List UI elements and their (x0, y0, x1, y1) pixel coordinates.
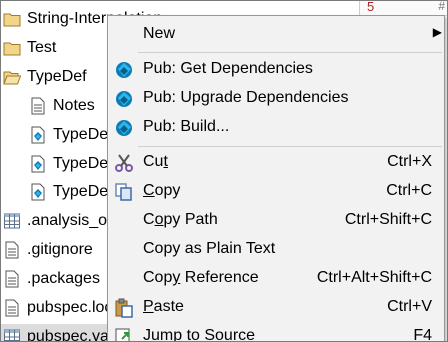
menu-separator (138, 52, 442, 53)
project-tree: String-Interpolation Test TypeDef Notes Type… (1, 1, 162, 341)
tree-item-label: TypeDef (53, 183, 113, 201)
tree-item-label: TypeDef (53, 154, 113, 172)
tree-item-label: Test (27, 38, 57, 56)
gutter-marker: # (438, 0, 445, 13)
text-file-icon (29, 97, 47, 115)
menu-item-label: Paste (143, 298, 184, 316)
menu-item-copy[interactable]: Copy Ctrl+C (108, 177, 444, 205)
menu-shortcut: Ctrl+Alt+Shift+C (316, 269, 432, 286)
mnemonic-letter: P (143, 298, 154, 315)
text-file-icon (3, 241, 21, 259)
menu-item-label: Cut (143, 153, 168, 171)
dart-file-icon (29, 126, 47, 144)
text-file-icon (3, 299, 21, 317)
menu-item-label: Jump to Source (143, 327, 256, 342)
table-file-icon (3, 328, 21, 341)
table-file-icon (3, 212, 21, 230)
copy-icon (115, 183, 132, 201)
folder-icon (3, 10, 21, 28)
tree-item[interactable]: .packages (3, 266, 100, 292)
context-menu: New ▶ Pub: Get Dependencies Pub: Upgrade… (107, 15, 445, 342)
editor-gutter-strip: 5 # (359, 0, 447, 16)
tree-item[interactable]: TypeDef (29, 179, 113, 205)
tree-item[interactable]: TypeDef (29, 151, 113, 177)
dart-logo-icon (116, 91, 132, 107)
dart-logo-icon (116, 120, 132, 136)
jump-source-icon (115, 328, 130, 341)
submenu-arrow-icon: ▶ (432, 25, 442, 39)
menu-item-new[interactable]: New ▶ (108, 20, 444, 48)
menu-item-label: Pub: Get Dependencies (143, 60, 313, 77)
tree-item[interactable]: pubspec.lock (3, 295, 120, 321)
label-text: aste (153, 298, 184, 315)
label-text: Cu (143, 153, 164, 170)
tree-item[interactable]: pubspec.yaml (1, 323, 126, 341)
tree-item[interactable]: TypeDef (29, 122, 113, 148)
menu-item-cut[interactable]: Cut Ctrl+X (108, 148, 444, 176)
menu-item-copy-plain-text[interactable]: Copy as Plain Text (108, 235, 444, 263)
gutter-divider (359, 1, 360, 15)
dart-file-icon (29, 183, 47, 201)
mnemonic-letter: t (163, 153, 168, 170)
menu-shortcut: Ctrl+V (387, 298, 432, 315)
menu-item-copy-reference[interactable]: Copy Reference Ctrl+Alt+Shift+C (108, 264, 444, 292)
text-file-icon (3, 270, 21, 288)
menu-item-pub-get[interactable]: Pub: Get Dependencies (108, 55, 444, 83)
menu-item-copy-path[interactable]: Copy Path Ctrl+Shift+C (108, 206, 444, 234)
menu-item-paste[interactable]: Paste Ctrl+V (108, 293, 444, 321)
dart-logo-icon (116, 62, 132, 78)
label-text: Reference (180, 269, 259, 286)
tree-item-label: .gitignore (27, 241, 93, 259)
menu-shortcut: Ctrl+C (386, 182, 432, 199)
menu-item-pub-build[interactable]: Pub: Build... (108, 113, 444, 141)
window: String-Interpolation Test TypeDef Notes Type… (0, 0, 448, 342)
paste-icon (115, 298, 133, 318)
menu-item-label: Pub: Build... (143, 118, 230, 135)
menu-item-jump-to-source[interactable]: Jump to Source F4 (108, 322, 444, 342)
menu-shortcut: Ctrl+X (387, 153, 432, 170)
label-text: py Path (163, 211, 218, 228)
menu-item-pub-upgrade[interactable]: Pub: Upgrade Dependencies (108, 84, 444, 112)
label-text: Cop (143, 269, 173, 286)
menu-item-label: Copy (143, 182, 180, 200)
tree-item[interactable]: Test (3, 35, 56, 61)
menu-shortcut: Ctrl+Shift+C (344, 211, 432, 228)
line-number: 5 (367, 0, 375, 14)
tree-item[interactable]: TypeDef (3, 64, 87, 90)
dart-file-icon (29, 155, 47, 173)
menu-item-label: Pub: Upgrade Dependencies (143, 89, 349, 106)
menu-item-label: Copy Reference (143, 269, 259, 287)
folder-open-icon (3, 68, 22, 86)
tree-item[interactable]: .gitignore (3, 237, 93, 263)
menu-separator (138, 146, 442, 147)
label-text: C (143, 211, 155, 228)
tree-item-label: .packages (27, 270, 100, 288)
folder-icon (3, 39, 21, 57)
menu-item-label: Copy Path (143, 211, 218, 229)
tree-item-label: TypeDef (53, 125, 113, 143)
menu-item-label: New (143, 25, 176, 42)
menu-shortcut: F4 (413, 327, 432, 342)
menu-item-label: Copy as Plain Text (143, 240, 276, 257)
tree-item-label: TypeDef (27, 67, 87, 85)
tree-item-label: Notes (53, 96, 95, 114)
label-text: opy (154, 182, 181, 199)
mnemonic-letter: C (143, 182, 155, 199)
tree-item[interactable]: Notes (29, 93, 95, 119)
scissors-icon (115, 154, 133, 172)
